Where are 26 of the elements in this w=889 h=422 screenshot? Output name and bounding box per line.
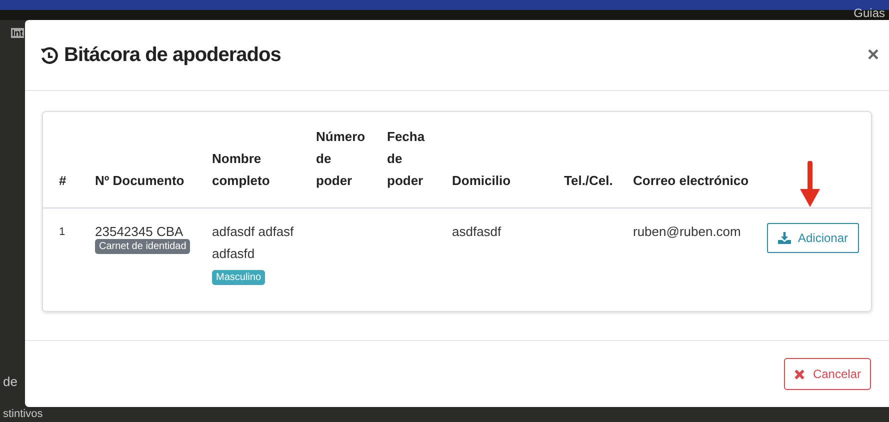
column-header: Número de poder	[316, 128, 366, 190]
column-header: Nº Documento	[95, 173, 184, 188]
history-icon	[40, 47, 58, 65]
download-icon	[778, 232, 791, 244]
modal-title: Bitácora de apoderados	[64, 44, 281, 66]
add-button[interactable]: Adicionar	[767, 223, 860, 253]
close-icon[interactable]: ×	[867, 45, 879, 65]
table-cell-text: ruben@ruben.com	[633, 223, 741, 241]
tag: Masculino	[212, 270, 266, 285]
table-cell-text: 1	[59, 225, 66, 240]
column-header: #	[59, 173, 66, 188]
background-text: Guias	[854, 6, 885, 20]
tag: Carnet de identidad	[95, 239, 190, 254]
column-header: Fecha de poder	[387, 128, 426, 190]
cancel-button[interactable]: Cancelar	[784, 358, 871, 390]
column-header: Nombre completo	[212, 150, 271, 190]
table-cell-text: adfasdf adfasf adfasfd	[212, 223, 295, 263]
table-cell-text: asdfasdf	[452, 223, 502, 241]
column-header: Domicilio	[452, 173, 511, 188]
background-text: Int	[11, 28, 24, 38]
close-icon	[794, 368, 805, 380]
background-text: de	[3, 374, 18, 389]
column-header: Tel./Cel.	[564, 173, 613, 188]
table-cell-text: 23542345 CBA	[95, 223, 184, 241]
background-text: stintivos	[3, 408, 43, 421]
column-header: Correo electrónico	[633, 173, 749, 188]
